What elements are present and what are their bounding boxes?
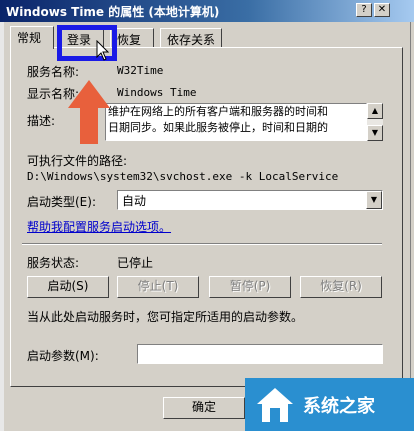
- chevron-down-icon[interactable]: ▼: [366, 191, 382, 209]
- description-line-1: 维护在网络上的所有客户端和服务器的时间和: [108, 105, 328, 118]
- display-name-value: Windows Time: [117, 86, 197, 99]
- service-status-value: 已停止: [117, 256, 154, 270]
- title-bar[interactable]: Windows Time 的属性 (本地计算机) ? ✕: [0, 0, 414, 22]
- scroll-up-icon[interactable]: ▲: [367, 103, 383, 119]
- startup-type-label: 启动类型(E):: [27, 195, 96, 209]
- scroll-down-icon[interactable]: ▼: [367, 125, 383, 141]
- start-params-hint: 当从此处启动服务时，您可指定所适用的启动参数。: [27, 310, 304, 324]
- description-scrollbar[interactable]: ▲ ▼: [367, 103, 383, 141]
- pause-button[interactable]: 暂停(P): [209, 276, 291, 298]
- red-arrow-icon: [68, 80, 110, 144]
- description-line-2: 日期同步。如果此服务被停止，时间和日期的: [108, 121, 328, 134]
- exe-path-value: D:\Windows\system32\svchost.exe -k Local…: [27, 170, 339, 183]
- help-configure-link[interactable]: 帮助我配置服务启动选项。: [27, 218, 171, 235]
- tab-dependencies[interactable]: 依存关系: [160, 28, 222, 48]
- description-box[interactable]: 维护在网络上的所有客户端和服务器的时间和 日期同步。如果此服务被停止，时间和日期…: [105, 103, 367, 141]
- mouse-cursor-icon: [96, 40, 110, 61]
- background-strip: [0, 22, 4, 431]
- help-icon[interactable]: ?: [356, 3, 372, 17]
- right-border: [410, 22, 414, 431]
- resume-button[interactable]: 恢复(R): [300, 276, 382, 298]
- startup-type-value: 自动: [122, 194, 147, 208]
- start-button[interactable]: 启动(S): [27, 276, 109, 298]
- divider: [22, 243, 382, 245]
- house-logo-icon: [257, 388, 293, 422]
- ok-button[interactable]: 确定: [163, 397, 245, 419]
- description-label: 描述:: [27, 114, 56, 128]
- stop-button[interactable]: 停止(T): [117, 276, 199, 298]
- exe-path-label: 可执行文件的路径:: [27, 154, 128, 168]
- window-title: Windows Time 的属性 (本地计算机): [6, 5, 220, 19]
- startup-type-select[interactable]: 自动 ▼: [117, 190, 383, 210]
- watermark-text: 系统之家: [303, 396, 375, 417]
- start-params-label: 启动参数(M):: [27, 349, 99, 363]
- start-params-input[interactable]: [137, 344, 383, 364]
- tab-general[interactable]: 常规: [10, 26, 54, 49]
- watermark-logo: 系统之家: [245, 378, 414, 431]
- close-icon[interactable]: ✕: [374, 3, 390, 17]
- service-status-label: 服务状态:: [27, 256, 80, 270]
- service-name-value: W32Time: [117, 64, 164, 77]
